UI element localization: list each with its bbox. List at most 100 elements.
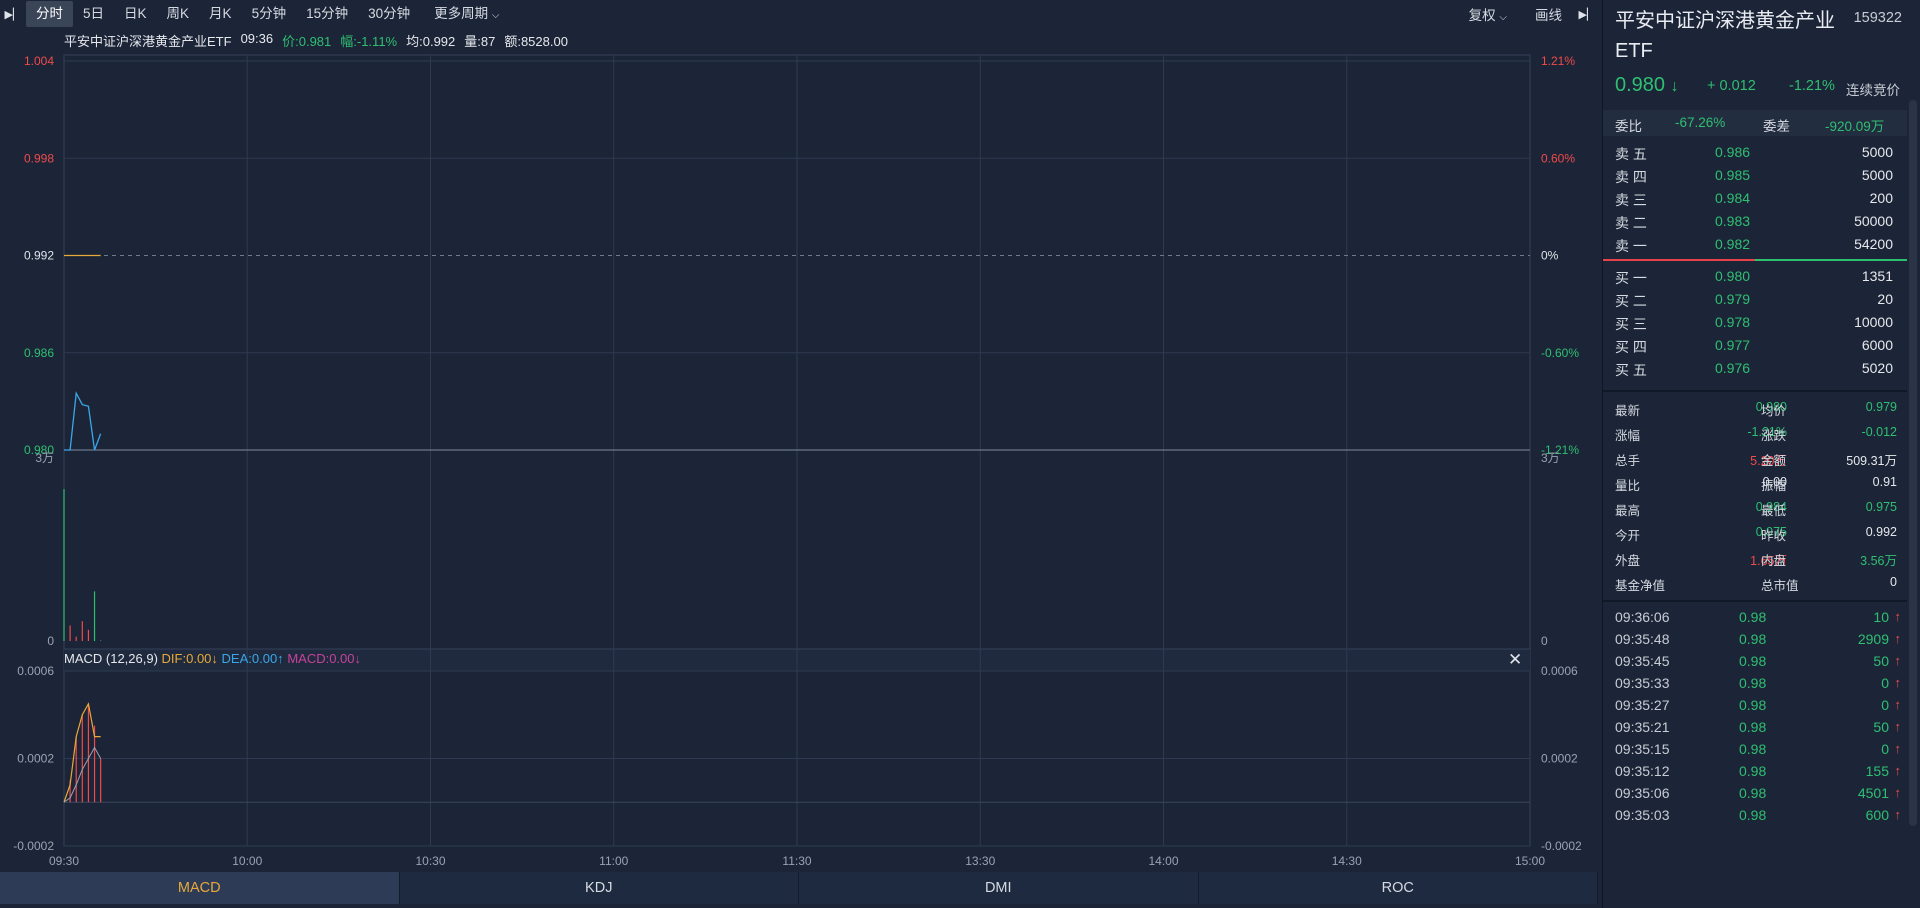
stat-value: 0.975 — [1865, 500, 1897, 514]
panel-change: + 0.012 — [1707, 78, 1756, 94]
bid-row[interactable]: 买 三 0.978 10000 — [1615, 311, 1893, 333]
arrow-up-icon: ↑ — [1894, 807, 1902, 822]
tick-time: 09:36:06 — [1615, 609, 1670, 625]
app-root: ▶▏ 分时 5日 日K 周K 月K 5分钟 15分钟 30分钟 更多周期 ⌵ 复权 ⌵ 画线 … — [0, 0, 1920, 908]
stat-key: 基金净值 — [1615, 579, 1666, 593]
tick-price: 0.98 — [1739, 697, 1767, 713]
tick-volume: 10 — [1873, 609, 1889, 625]
level-label: 卖 三 — [1615, 192, 1647, 208]
close-indicator-icon[interactable]: ✕ — [1508, 650, 1522, 670]
level-volume: 1351 — [1861, 268, 1893, 284]
level-label: 买 三 — [1615, 316, 1647, 332]
arrow-up-icon: ↑ — [1894, 719, 1902, 734]
weibi-label: 委比 — [1615, 119, 1642, 134]
macd-value: MACD:0.00↓ — [287, 651, 362, 666]
level-volume: 6000 — [1861, 337, 1893, 353]
tick-time: 09:35:48 — [1615, 631, 1670, 647]
panel-pct: -1.21% — [1789, 78, 1835, 94]
level-volume: 5020 — [1861, 360, 1893, 376]
x-tick-label: 15:00 — [1515, 854, 1545, 868]
stat-row: 最新 0.980 均价 0.979 — [1615, 396, 1897, 420]
arrow-up-icon: ↑ — [1894, 763, 1902, 778]
trading-status: 连续竞价 — [1846, 83, 1900, 98]
macd-dif: DIF:0.00↓ — [161, 651, 218, 666]
stat-row: 外盘 1.65万 内盘 3.56万 — [1615, 546, 1897, 570]
level-volume: 54200 — [1854, 236, 1893, 252]
macd-tick-label: 0.0006 — [17, 664, 54, 678]
bid-row[interactable]: 买 四 0.977 6000 — [1615, 334, 1893, 356]
indicator-tab[interactable]: DMI — [799, 872, 1199, 904]
arrow-up-icon: ↑ — [1894, 631, 1902, 646]
x-tick-label: 10:00 — [232, 854, 262, 868]
level-label: 卖 一 — [1615, 238, 1647, 254]
level-label: 买 一 — [1615, 270, 1647, 286]
stat-key: 量比 — [1615, 479, 1641, 493]
tick-volume: 0 — [1881, 675, 1889, 691]
indicator-tab[interactable]: MACD — [0, 872, 400, 904]
separator — [1603, 390, 1907, 392]
price-line — [64, 391, 102, 451]
panel-scrollbar[interactable] — [1909, 100, 1917, 826]
bid-row[interactable]: 买 五 0.976 5020 — [1615, 357, 1893, 379]
level-price: 0.986 — [1715, 144, 1751, 160]
ask-row[interactable]: 卖 五 0.986 5000 — [1615, 141, 1893, 163]
stat-value: 0 — [1890, 575, 1897, 589]
y-tick-label: 1.004 — [24, 54, 54, 68]
x-tick-label: 11:00 — [599, 854, 628, 868]
level-volume: 20 — [1877, 291, 1893, 307]
y-tick-label: 0.998 — [24, 151, 54, 165]
intraday-chart[interactable]: 09:30 10:00 10:30 11:00 11:30 13:30 14:00 14:30… — [0, 0, 1598, 872]
stat-value: 0.91 — [1872, 475, 1897, 489]
bid-row[interactable]: 买 二 0.979 20 — [1615, 288, 1893, 310]
ask-row[interactable]: 卖 一 0.982 54200 — [1615, 233, 1893, 255]
stat-key: 涨幅 — [1615, 429, 1641, 443]
level-price: 0.983 — [1715, 213, 1751, 229]
tick-time: 09:35:12 — [1615, 763, 1670, 779]
tick-volume: 0 — [1881, 697, 1889, 713]
tick-time: 09:35:21 — [1615, 719, 1670, 735]
arrow-up-icon: ↑ — [1894, 697, 1902, 712]
x-tick-label: 10:30 — [415, 854, 445, 868]
stat-key: 最高 — [1615, 504, 1641, 518]
stat-key: 最新 — [1615, 404, 1641, 418]
ask-row[interactable]: 卖 四 0.985 5000 — [1615, 164, 1893, 186]
tick-price: 0.98 — [1739, 807, 1767, 823]
stat-row: 基金净值 总市值 0 — [1615, 571, 1897, 595]
tick-volume: 4501 — [1857, 785, 1889, 801]
level-volume: 5000 — [1861, 144, 1893, 160]
level-price: 0.978 — [1715, 314, 1751, 330]
tick-volume: 155 — [1865, 763, 1889, 779]
stat-value: 509.31万 — [1846, 454, 1897, 468]
level-label: 卖 五 — [1615, 146, 1647, 162]
level-price: 0.977 — [1715, 337, 1751, 353]
arrow-down-icon: ↓ — [1670, 78, 1679, 95]
macd-header: MACD (12,26,9) DIF:0.00↓ DEA:0.00↑ MACD:… — [64, 651, 361, 666]
stat-row: 量比 0.00 振幅 0.91 — [1615, 471, 1897, 495]
stat-value: -0.012 — [1861, 425, 1897, 439]
x-tick-label: 14:00 — [1148, 854, 1178, 868]
tick-time: 09:35:45 — [1615, 653, 1670, 669]
stat-key: 总手 — [1615, 454, 1641, 468]
tick-row: 09:36:06 0.98 10 ↑ — [1615, 606, 1901, 628]
y-pct-tick-label: 1.21% — [1541, 54, 1575, 68]
tick-price: 0.98 — [1739, 653, 1767, 669]
bid-row[interactable]: 买 一 0.980 1351 — [1615, 265, 1893, 287]
ask-row[interactable]: 卖 三 0.984 200 — [1615, 187, 1893, 209]
tick-price: 0.98 — [1739, 609, 1767, 625]
tick-row: 09:35:12 0.98 155 ↑ — [1615, 760, 1901, 782]
arrow-up-icon: ↑ — [1894, 675, 1902, 690]
stat-row: 最高 0.984 最低 0.975 — [1615, 496, 1897, 520]
indicator-tab[interactable]: ROC — [1198, 872, 1598, 904]
tick-row: 09:35:06 0.98 4501 ↑ — [1615, 782, 1901, 804]
macd-tick-label: -0.0002 — [13, 839, 54, 853]
x-tick-label: 13:30 — [965, 854, 995, 868]
ask-row[interactable]: 卖 二 0.983 50000 — [1615, 210, 1893, 232]
stat-value: 0.979 — [1865, 400, 1897, 414]
tick-row: 09:35:45 0.98 50 ↑ — [1615, 650, 1901, 672]
tick-time: 09:35:06 — [1615, 785, 1670, 801]
level-volume: 10000 — [1854, 314, 1893, 330]
panel-price-value: 0.980 — [1615, 74, 1666, 96]
tick-time: 09:35:15 — [1615, 741, 1670, 757]
arrow-up-icon: ↑ — [1894, 653, 1902, 668]
indicator-tab[interactable]: KDJ — [399, 872, 799, 904]
